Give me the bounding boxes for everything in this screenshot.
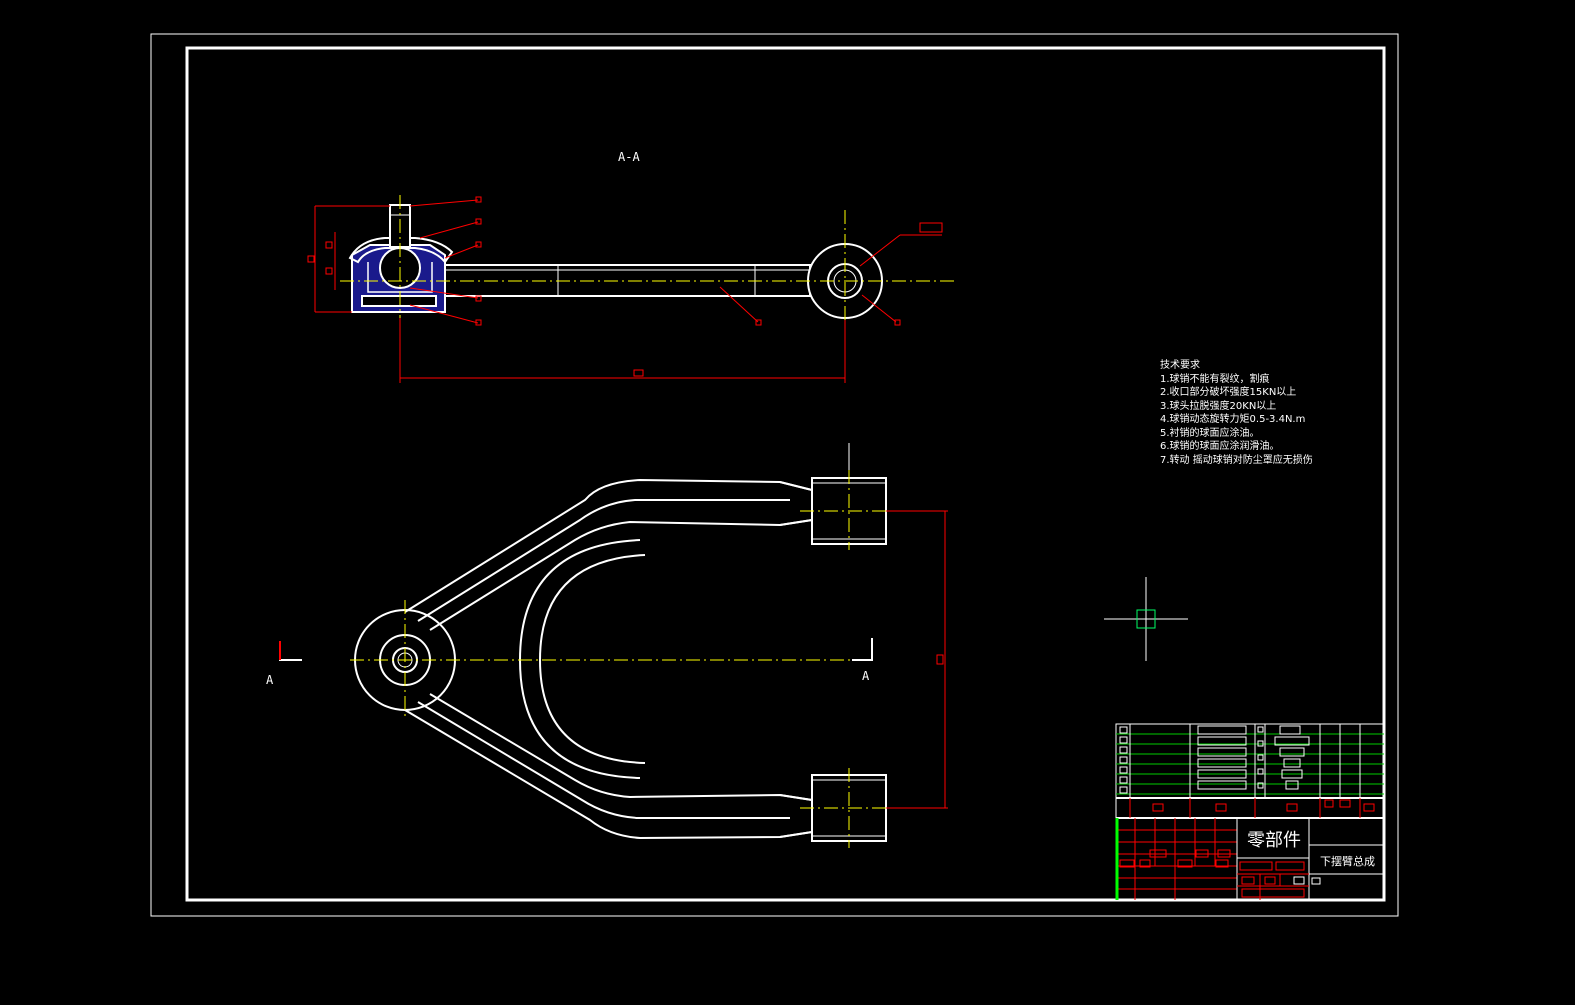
section-marker-left (279, 641, 302, 661)
section-marker-right (852, 638, 873, 661)
section-marker-left-label: A (266, 673, 274, 687)
title-part-label: 零部件 (1247, 830, 1301, 851)
title-drawing-name: 下摆臂总成 (1320, 854, 1375, 868)
technical-requirements: 技术要求 1.球销不能有裂纹，割痕 2.收口部分破坏强度15KN以上 3.球头拉… (1160, 358, 1313, 466)
plan-dimension (886, 510, 948, 809)
inner-frame (185, 46, 1386, 902)
tech-req-item: 1.球销不能有裂纹，割痕 (1160, 372, 1270, 385)
arm-u-curve-outer (518, 539, 641, 779)
parts-list-header (1116, 798, 1384, 819)
section-marker-right-label: A (862, 669, 870, 683)
section-label: A-A (618, 150, 640, 164)
tech-req-item: 4.球销动态旋转力矩0.5-3.4N.m (1160, 412, 1305, 425)
tech-req-item: 2.收口部分破坏强度15KN以上 (1160, 385, 1296, 398)
arm-u-curve-inner (538, 554, 646, 764)
tech-req-item: 5.衬销的球面应涂油。 (1160, 426, 1260, 439)
housing-bottom-plate (361, 295, 437, 307)
plan-centerlines (350, 470, 900, 848)
upper-bushing-neck (779, 481, 813, 526)
signature-grid (1116, 818, 1237, 900)
arm-upper-branch-inner (429, 519, 813, 631)
section-view (340, 195, 955, 325)
crosshair-cursor-icon (1104, 577, 1188, 661)
arm-lower-branch-inner (429, 693, 813, 801)
tech-req-item: 3.球头拉脱强度20KN以上 (1160, 399, 1276, 412)
tech-req-item: 6.球销的球面应涂润滑油。 (1160, 439, 1280, 452)
cad-drawing-canvas[interactable]: A-A A A 技术要求 1.球销不能有裂纹，割痕 2.收口部分破坏强度15KN… (0, 0, 1575, 1005)
lower-bushing-neck (779, 794, 813, 838)
tech-req-title: 技术要求 (1160, 358, 1200, 371)
tech-req-item: 7.转动 摇动球销对防尘罩应无损伤 (1160, 453, 1313, 466)
title-block: 零部件 下摆臂总成 (1115, 723, 1385, 901)
